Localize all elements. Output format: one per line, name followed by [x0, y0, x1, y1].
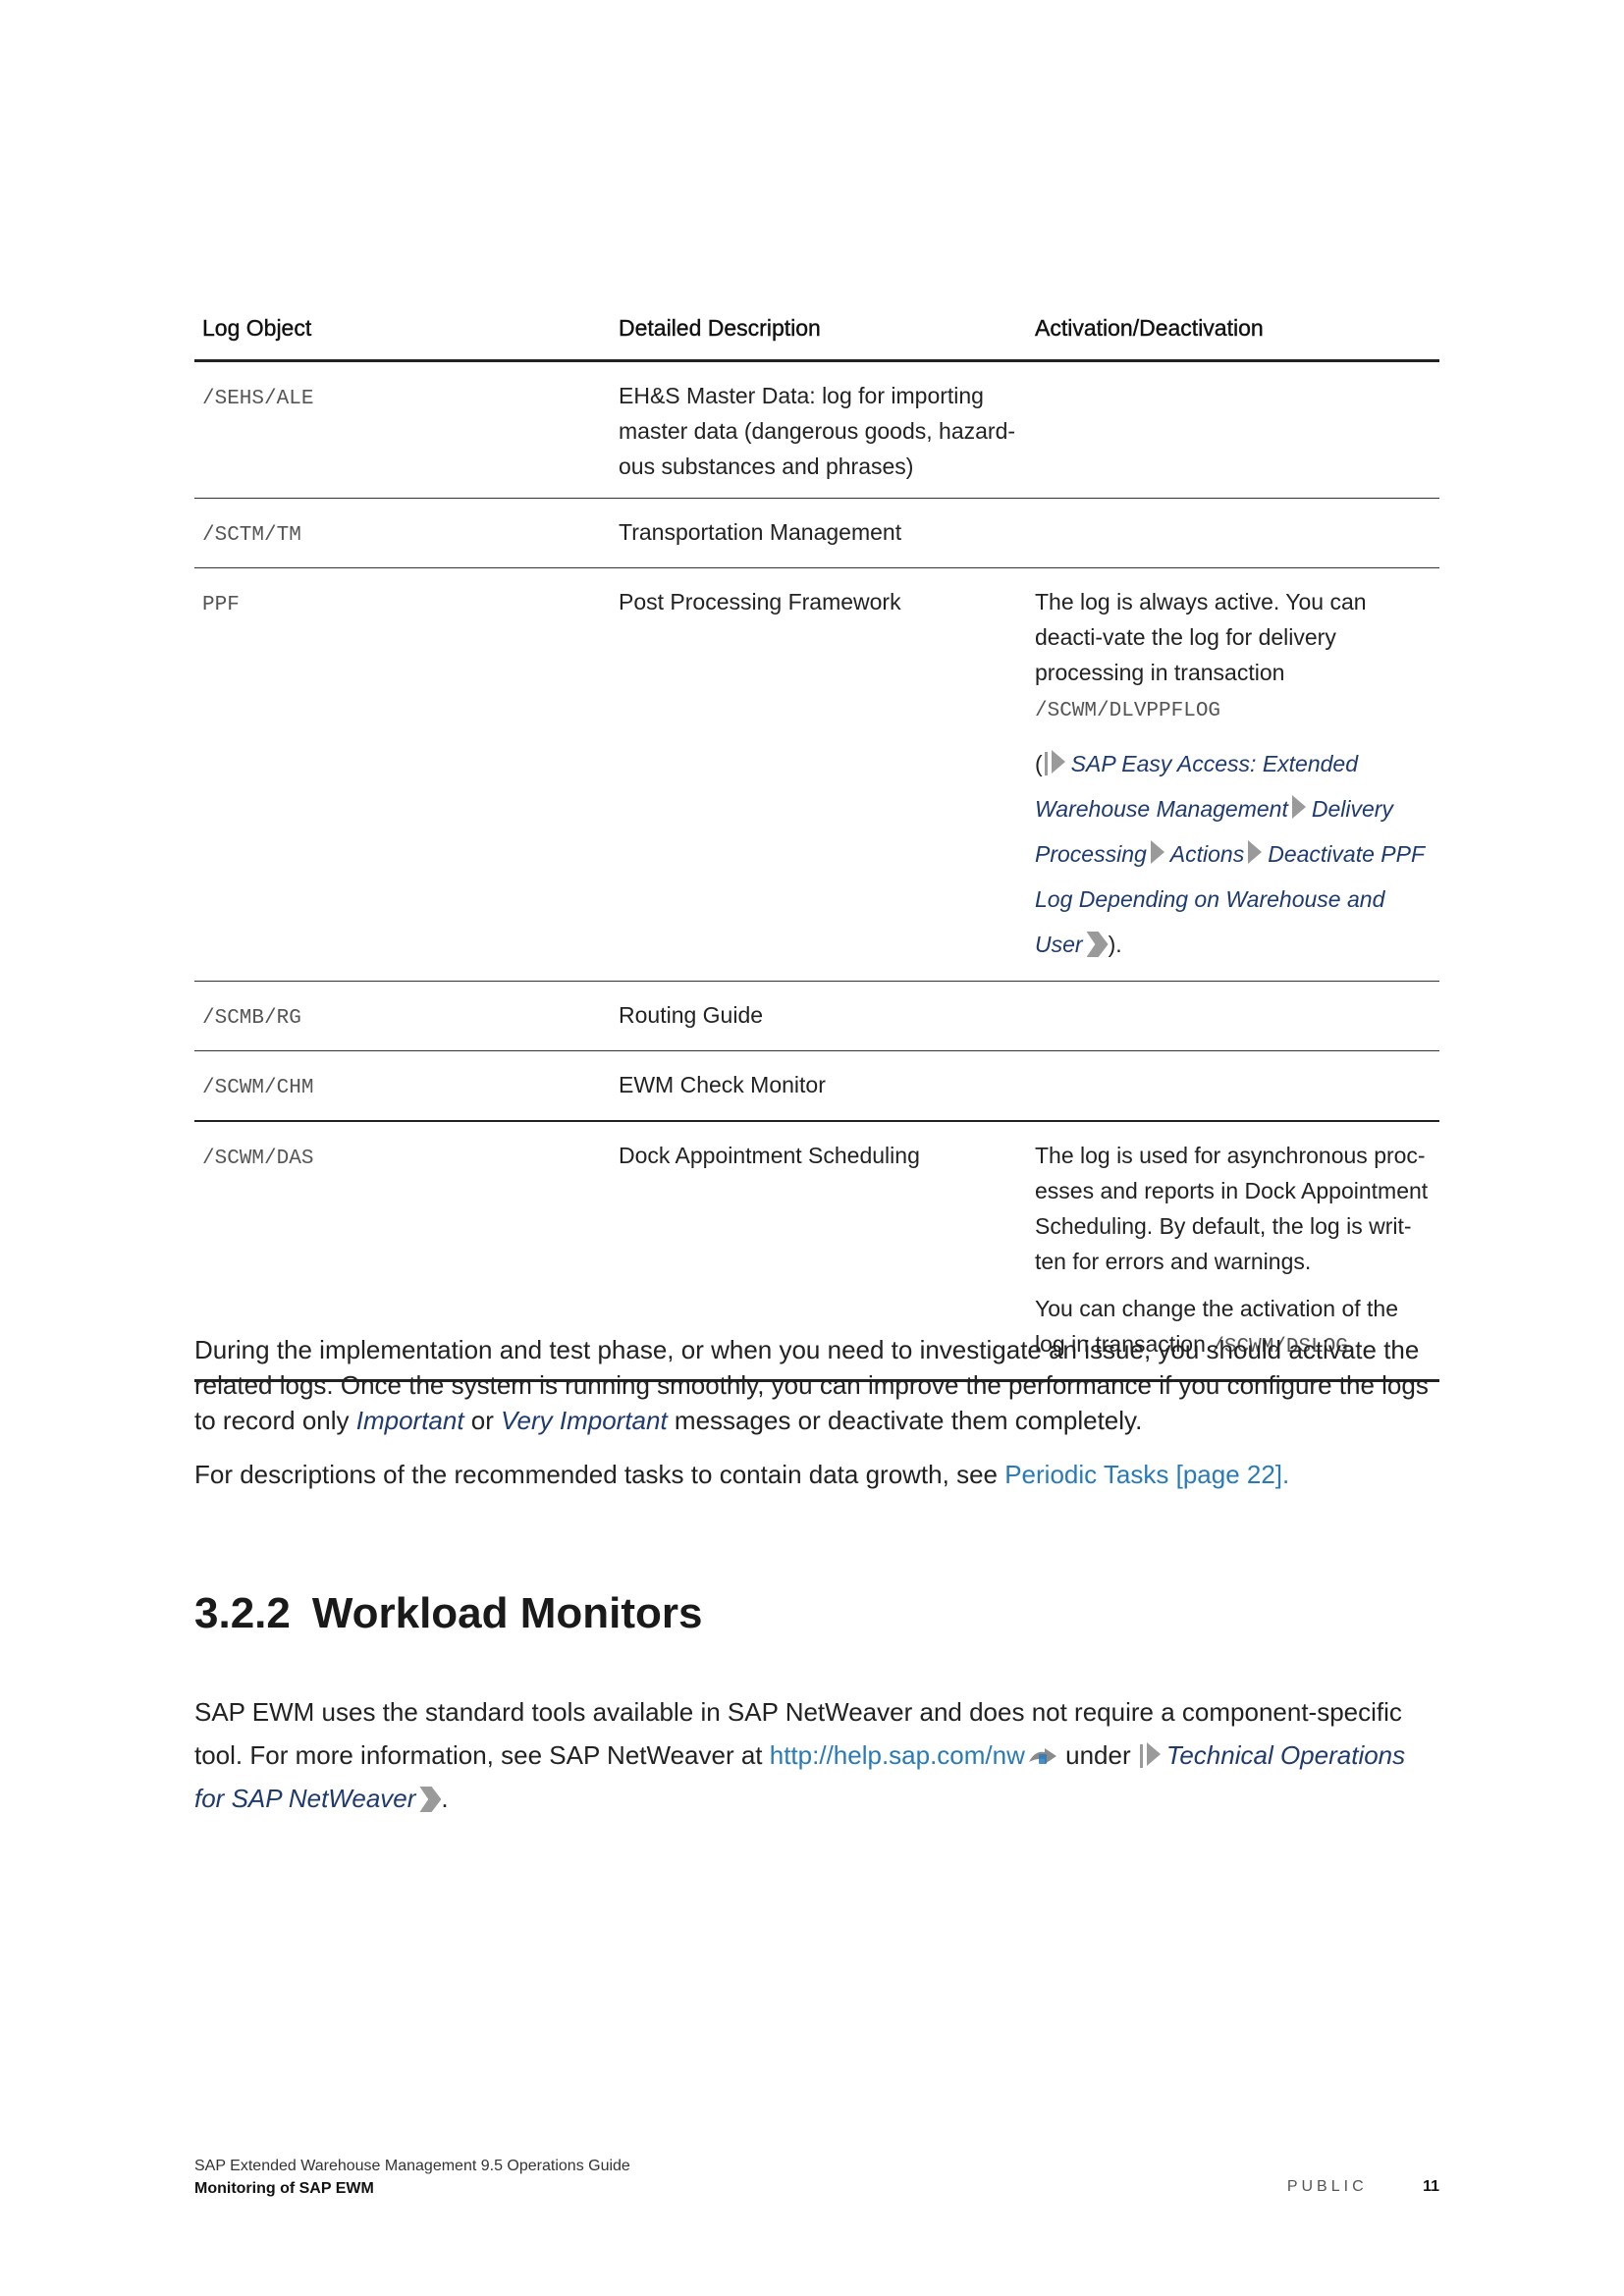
menu-path-end-icon [1086, 932, 1109, 957]
log-object-cell: /SEHS/ALE [194, 360, 611, 499]
menu-path-start-arrow-icon [1051, 750, 1065, 774]
log-object-cell: PPF [194, 567, 611, 982]
path-close-paren: ). [1108, 932, 1122, 957]
footer-page-info: PUBLIC 11 [1287, 2178, 1439, 2196]
log-object-cell: /SCTM/TM [194, 498, 611, 568]
menu-path: (SAP Easy Access: Extended Warehouse Man… [1035, 741, 1432, 967]
log-object-cell: /SCMB/RG [194, 981, 611, 1051]
log-object-code: /SCMB/RG [202, 1007, 301, 1030]
description-cell: Transportation Management [611, 498, 1027, 568]
footer-document-title: SAP Extended Warehouse Management 9.5 Op… [194, 2158, 630, 2174]
log-object-code: /SEHS/ALE [202, 388, 314, 410]
log-object-code: /SCWM/CHM [202, 1077, 314, 1099]
table-row: /SCWM/CHM EWM Check Monitor [194, 1050, 1439, 1122]
menu-path-separator-icon [1291, 795, 1306, 819]
emphasis-very-important: Very Important [501, 1406, 668, 1435]
description-cell: Post Processing Framework [611, 567, 1027, 982]
column-header-detailed-description: Detailed Description [611, 294, 1027, 362]
description-cell: EWM Check Monitor [611, 1050, 1027, 1122]
paragraph-log-activation: During the implementation and test phase… [194, 1332, 1439, 1438]
activation-cell [1027, 360, 1439, 499]
periodic-tasks-link[interactable]: Periodic Tasks [page 22] [1004, 1460, 1282, 1489]
table-row: /SEHS/ALE EH&S Master Data: log for impo… [194, 360, 1439, 499]
log-object-table: Log Object Detailed Description Activati… [194, 294, 1439, 1382]
menu-path-step: Actions [1169, 841, 1245, 867]
log-object-cell: /SCWM/CHM [194, 1050, 611, 1122]
section-heading: 3.2.2 Workload Monitors [194, 1584, 703, 1643]
link-period: . [1282, 1460, 1290, 1489]
paragraph-text: messages or deactivate them completely. [667, 1406, 1143, 1435]
log-object-code: /SCTM/TM [202, 524, 301, 547]
footer-chapter-title: Monitoring of SAP EWM [194, 2180, 374, 2197]
menu-path-start-icon [1139, 1744, 1143, 1768]
menu-path-step: SAP Easy Access: Extended Warehouse Mana… [1035, 751, 1359, 822]
netweaver-help-link[interactable]: http://help.sap.com/nw [770, 1740, 1025, 1770]
emphasis-important: Important [355, 1406, 464, 1435]
menu-path-start-arrow-icon [1146, 1742, 1161, 1766]
sentence-period: . [441, 1784, 449, 1813]
log-object-code: /SCWM/DAS [202, 1148, 314, 1170]
transaction-code: /SCWM/DLVPPFLOG [1035, 700, 1221, 722]
table-row: /SCMB/RG Routing Guide [194, 981, 1439, 1051]
section-title: Workload Monitors [311, 1589, 703, 1637]
footer-document-info: SAP Extended Warehouse Management 9.5 Op… [194, 2155, 630, 2200]
table-row: /SCTM/TM Transportation Management [194, 498, 1439, 568]
paragraph-text: or [463, 1406, 502, 1435]
table-header-row: Log Object Detailed Description Activati… [194, 294, 1439, 362]
activation-cell: The log is always active. You can deacti… [1027, 567, 1439, 982]
paragraph-periodic-tasks: For descriptions of the recommended task… [194, 1457, 1439, 1492]
column-header-log-object: Log Object [194, 294, 611, 362]
paragraph-text: For descriptions of the recommended task… [194, 1460, 1005, 1489]
activation-cell [1027, 498, 1439, 568]
section-number: 3.2.2 [194, 1589, 291, 1637]
menu-path-end-icon [419, 1787, 442, 1812]
menu-path-start-icon [1044, 752, 1048, 775]
path-open-paren: ( [1035, 751, 1043, 776]
description-cell: Routing Guide [611, 981, 1027, 1051]
activation-sentence: The log is always active. You can deacti… [1035, 589, 1367, 685]
external-link-icon[interactable] [1027, 1746, 1058, 1768]
menu-path-separator-icon [1248, 840, 1263, 864]
table-row: PPF Post Processing Framework The log is… [194, 567, 1439, 982]
classification-label: PUBLIC [1286, 2178, 1368, 2195]
activation-cell [1027, 1050, 1439, 1122]
paragraph-workload-monitors: SAP EWM uses the standard tools availabl… [194, 1690, 1439, 1820]
paragraph-text: under [1057, 1740, 1138, 1770]
activation-text: The log is always active. You can deacti… [1035, 584, 1432, 729]
activation-text: The log is used for asynchronous proc-es… [1035, 1143, 1429, 1274]
column-header-activation: Activation/Deactivation [1027, 294, 1439, 362]
menu-path-separator-icon [1150, 840, 1164, 864]
log-object-code: PPF [202, 594, 240, 616]
activation-cell [1027, 981, 1439, 1051]
page-number: 11 [1423, 2178, 1439, 2195]
description-cell: EH&S Master Data: log for importing mast… [611, 360, 1027, 499]
